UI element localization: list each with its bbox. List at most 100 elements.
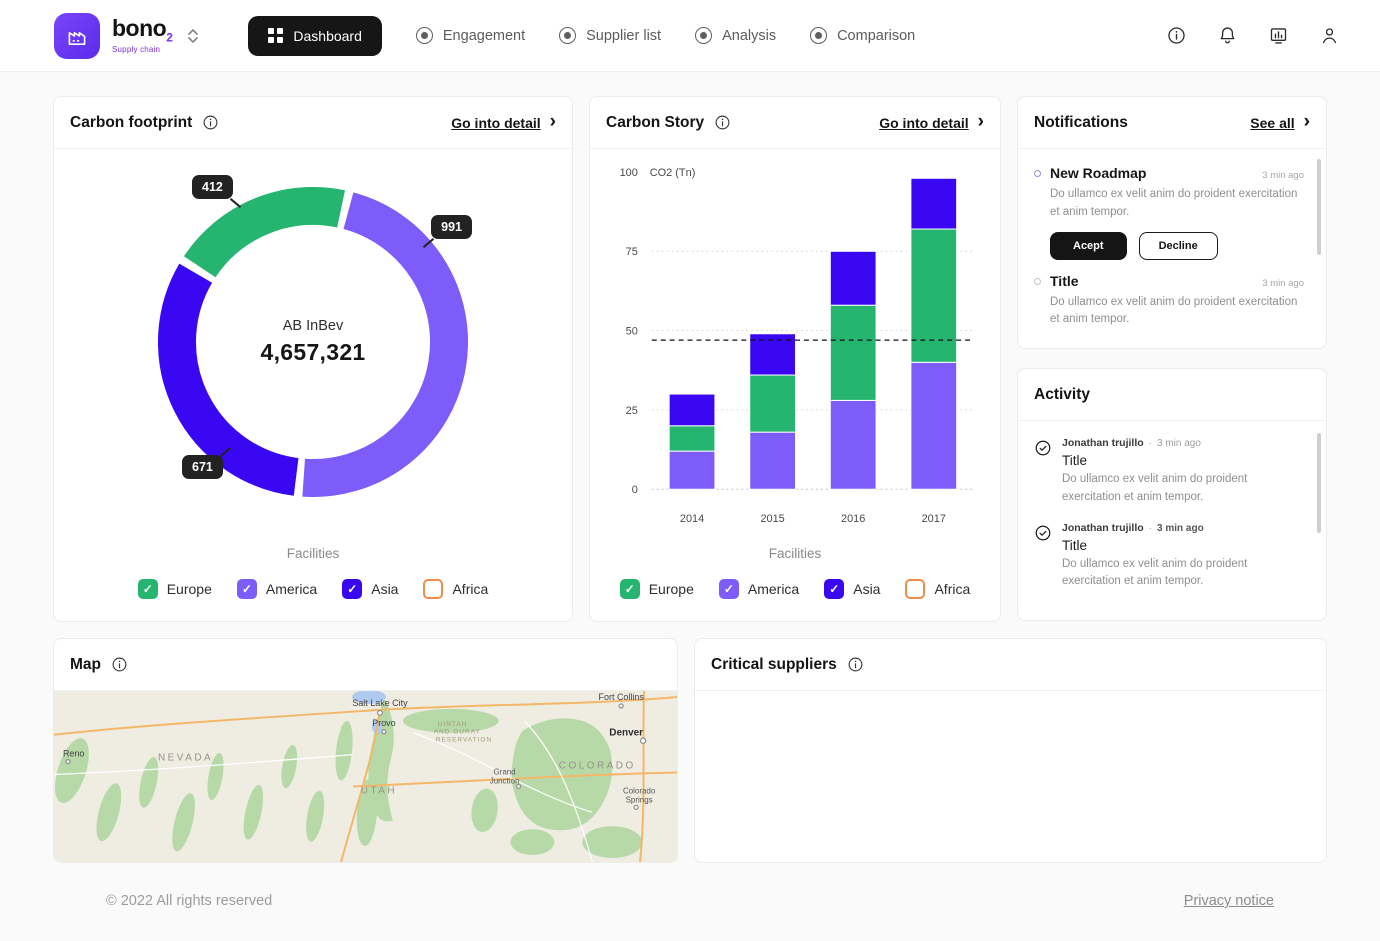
brand-sup: 2	[166, 31, 172, 45]
checkbox-checked-icon: ✓	[237, 579, 257, 599]
legend-label: Africa	[452, 581, 488, 597]
legend-label: America	[748, 581, 799, 597]
svg-text:CO2 (Tn): CO2 (Tn)	[650, 167, 696, 179]
map-label-nevada: NEVADA	[158, 753, 213, 764]
nav-label: Engagement	[443, 28, 525, 44]
map-image[interactable]: Salt Lake City Provo UINTAH AND OURAY RE…	[54, 691, 677, 862]
donut-value-badge-america: 991	[431, 215, 472, 239]
critical-suppliers-card: Critical suppliers	[694, 638, 1327, 863]
info-icon[interactable]	[714, 114, 731, 131]
go-into-detail-link[interactable]: Go into detail ›	[879, 114, 984, 131]
notification-body: Do ullamco ex velit anim do proident exe…	[1050, 186, 1304, 222]
card-title: Critical suppliers	[711, 656, 837, 674]
facilities-legend: ✓ Europe ✓ America ✓ Asia Africa	[70, 579, 556, 599]
check-circle-icon	[1034, 524, 1052, 592]
dot-separator: ·	[1149, 438, 1152, 449]
checkbox-checked-icon: ✓	[824, 579, 844, 599]
nav-item-supplier-list[interactable]: Supplier list	[559, 27, 661, 44]
carbon-footprint-donut-chart: AB InBev 4,657,321 412 991 671	[158, 187, 468, 497]
checkbox-checked-icon: ✓	[719, 579, 739, 599]
activity-item[interactable]: Jonathan trujillo · 3 min ago Title Do u…	[1034, 437, 1304, 507]
unread-indicator-icon	[1034, 170, 1041, 177]
nav-item-dashboard[interactable]: Dashboard	[248, 16, 382, 56]
map-label-colorado-springs: Springs	[626, 795, 653, 804]
card-title: Carbon footprint	[70, 114, 192, 132]
activity-time: 3 min ago	[1157, 523, 1204, 534]
legend-label: Africa	[934, 581, 970, 597]
record-dot-icon	[810, 27, 827, 44]
chevron-right-icon: ›	[1304, 112, 1310, 131]
info-icon[interactable]	[111, 656, 128, 673]
nav-label: Supplier list	[586, 28, 661, 44]
legend-checkbox-america[interactable]: ✓ America	[237, 579, 317, 599]
map-card: Map	[53, 638, 678, 863]
activity-user: Jonathan trujillo	[1062, 522, 1144, 534]
info-icon[interactable]	[847, 656, 864, 673]
activity-item[interactable]: Jonathan trujillo · 3 min ago Title Do u…	[1034, 522, 1304, 592]
org-switcher-chevrons-icon[interactable]	[186, 26, 200, 46]
nav-item-analysis[interactable]: Analysis	[695, 27, 776, 44]
user-profile-icon[interactable]	[1319, 25, 1340, 46]
privacy-notice-link[interactable]: Privacy notice	[1184, 893, 1274, 909]
legend-checkbox-europe[interactable]: ✓ Europe	[620, 579, 694, 599]
reports-chart-icon[interactable]	[1268, 25, 1289, 46]
record-dot-icon	[416, 27, 433, 44]
map-label-colorado-springs: Colorado	[623, 786, 656, 795]
svg-text:2014: 2014	[680, 513, 704, 525]
map-label-grand-junction: Grand	[493, 768, 515, 777]
activity-body: Do ullamco ex velit anim do proident exe…	[1062, 471, 1304, 507]
brand-logo[interactable]: bono2 Supply chain	[54, 13, 200, 59]
checkbox-checked-icon: ✓	[620, 579, 640, 599]
go-into-detail-link[interactable]: Go into detail ›	[451, 114, 556, 131]
svg-text:0: 0	[632, 484, 638, 496]
map-label-fort-collins: Fort Collins	[599, 692, 645, 702]
facilities-label: Facilities	[70, 546, 556, 561]
notifications-bell-icon[interactable]	[1217, 25, 1238, 46]
svg-text:25: 25	[626, 405, 638, 417]
facilities-legend: ✓ Europe ✓ America ✓ Asia Africa	[606, 579, 984, 599]
scrollbar-thumb[interactable]	[1317, 159, 1321, 255]
legend-label: Asia	[371, 581, 398, 597]
card-title: Map	[70, 656, 101, 674]
checkbox-checked-icon: ✓	[138, 579, 158, 599]
nav-item-comparison[interactable]: Comparison	[810, 27, 915, 44]
see-all-link[interactable]: See all ›	[1250, 114, 1310, 131]
chevron-right-icon: ›	[550, 112, 556, 131]
card-title: Notifications	[1034, 114, 1128, 132]
nav-label: Dashboard	[293, 28, 362, 44]
notification-item[interactable]: Title 3 min ago Do ullamco ex velit anim…	[1034, 273, 1304, 330]
check-circle-icon	[1034, 439, 1052, 507]
critical-suppliers-empty-body	[695, 691, 1326, 862]
legend-checkbox-asia[interactable]: ✓ Asia	[342, 579, 398, 599]
notification-time: 3 min ago	[1262, 170, 1304, 181]
activity-time: 3 min ago	[1157, 438, 1201, 449]
brand-tagline: Supply chain	[112, 46, 172, 54]
decline-button[interactable]: Decline	[1139, 232, 1218, 260]
legend-checkbox-europe[interactable]: ✓ Europe	[138, 579, 212, 599]
map-label-reservation: UINTAH	[438, 721, 468, 728]
brand-name: bono	[112, 15, 166, 41]
donut-value-badge-asia: 671	[182, 455, 223, 479]
map-label-salt-lake-city: Salt Lake City	[352, 698, 408, 708]
info-icon[interactable]	[1166, 25, 1187, 46]
notification-item[interactable]: New Roadmap 3 min ago Do ullamco ex veli…	[1034, 165, 1304, 260]
legend-label: America	[266, 581, 317, 597]
info-icon[interactable]	[202, 114, 219, 131]
activity-card: Activity Jonathan trujillo · 3 min ago	[1017, 368, 1327, 621]
svg-text:75: 75	[626, 246, 638, 258]
nav-label: Comparison	[837, 28, 915, 44]
nav-item-engagement[interactable]: Engagement	[416, 27, 525, 44]
legend-checkbox-america[interactable]: ✓ America	[719, 579, 799, 599]
dot-separator: ·	[1149, 523, 1152, 534]
navbar: bono2 Supply chain Dashboard Engagement …	[0, 0, 1380, 72]
accept-button[interactable]: Acept	[1050, 232, 1127, 260]
legend-checkbox-africa[interactable]: Africa	[423, 579, 488, 599]
carbon-footprint-card: Carbon footprint Go into detail › AB InB…	[53, 96, 573, 622]
card-title: Activity	[1034, 386, 1090, 404]
scrollbar-thumb[interactable]	[1317, 433, 1321, 533]
unread-indicator-icon	[1034, 278, 1041, 285]
legend-label: Europe	[649, 581, 694, 597]
legend-checkbox-asia[interactable]: ✓ Asia	[824, 579, 880, 599]
legend-checkbox-africa[interactable]: Africa	[905, 579, 970, 599]
donut-value-badge-europe: 412	[192, 175, 233, 199]
